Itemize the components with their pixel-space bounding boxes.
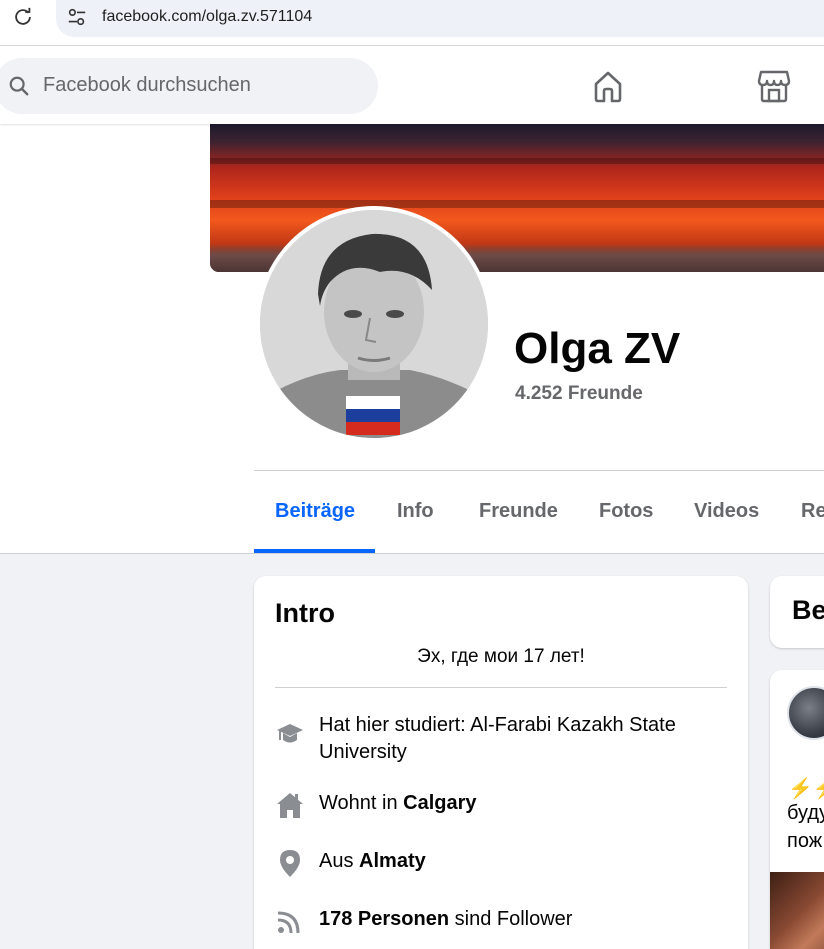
right-card-header: Be: [770, 576, 824, 648]
tab-reels[interactable]: Re: [801, 472, 824, 550]
facebook-top-nav: [0, 46, 824, 124]
intro-from-text: Aus Almaty: [319, 848, 719, 875]
profile-header: Olga ZV 4.252 Freunde Beiträge Info Freu…: [0, 124, 824, 554]
location-pin-icon: [280, 850, 300, 877]
intro-card: Intro Эх, где мои 17 лет! Hat hier studi…: [254, 576, 748, 949]
friends-count-link[interactable]: 4.252 Freunde: [515, 383, 643, 405]
intro-lives-in-text: Wohnt in Calgary: [319, 790, 719, 817]
post-author-avatar[interactable]: [787, 686, 824, 740]
search-input[interactable]: [43, 74, 343, 97]
tab-info[interactable]: Info: [397, 472, 434, 550]
browser-address-bar: facebook.com/olga.zv.571104: [0, 0, 824, 46]
intro-title: Intro: [275, 598, 335, 628]
active-tab-indicator: [254, 549, 375, 553]
post-emoji: ⚡⚡: [788, 778, 824, 800]
marketplace-nav-icon[interactable]: [754, 66, 794, 106]
tab-friends[interactable]: Freunde: [479, 472, 558, 550]
russian-flag-emoji: [346, 396, 400, 435]
site-settings-icon[interactable]: [66, 6, 88, 28]
post-card: ⚡⚡ буду пож: [770, 670, 824, 949]
post-text-line: буду: [787, 802, 824, 824]
intro-education-text: Hat hier studiert: Al-Farabi Kazakh Stat…: [319, 714, 676, 763]
search-icon: [9, 76, 29, 96]
tab-photos[interactable]: Fotos: [599, 472, 653, 550]
intro-followers-count[interactable]: 178 Personen: [319, 908, 449, 930]
url-text[interactable]: facebook.com/olga.zv.571104: [102, 8, 312, 26]
right-card-title: Be: [792, 595, 824, 625]
post-text-line: пож: [787, 830, 823, 852]
intro-from-prefix: Aus: [319, 850, 360, 872]
intro-lives-in-prefix: Wohnt in: [319, 792, 404, 814]
home-nav-icon[interactable]: [588, 66, 628, 106]
profile-avatar[interactable]: [260, 210, 488, 438]
cover-cloud-streak: [210, 200, 824, 208]
tab-posts[interactable]: Beiträge: [275, 472, 355, 550]
intro-from: Aus Almaty: [275, 848, 735, 878]
header-divider: [254, 470, 824, 471]
intro-lives-in-city[interactable]: Calgary: [403, 792, 476, 814]
intro-bio: Эх, где мои 17 лет!: [417, 646, 585, 667]
intro-divider: [275, 687, 727, 688]
search-box[interactable]: [0, 58, 378, 114]
intro-from-city[interactable]: Almaty: [359, 850, 426, 872]
reload-icon[interactable]: [12, 6, 34, 28]
intro-lives-in: Wohnt in Calgary: [275, 790, 735, 820]
profile-photo-image: [260, 210, 488, 438]
tab-videos[interactable]: Videos: [694, 472, 759, 550]
education-cap-icon: [277, 724, 303, 743]
intro-followers: 178 Personen sind Follower: [275, 906, 735, 936]
intro-followers-text[interactable]: 178 Personen sind Follower: [319, 906, 719, 933]
post-photo[interactable]: [770, 872, 824, 949]
profile-name: Olga ZV: [514, 324, 681, 373]
intro-education: Hat hier studiert: Al-Farabi Kazakh Stat…: [275, 712, 735, 768]
followers-feed-icon: [277, 911, 300, 934]
home-icon: [277, 793, 303, 818]
cover-cloud-streak: [210, 158, 824, 164]
profile-tabs: Beiträge Info Freunde Fotos Videos Re: [254, 472, 824, 554]
intro-followers-suffix: sind Follower: [449, 908, 573, 930]
